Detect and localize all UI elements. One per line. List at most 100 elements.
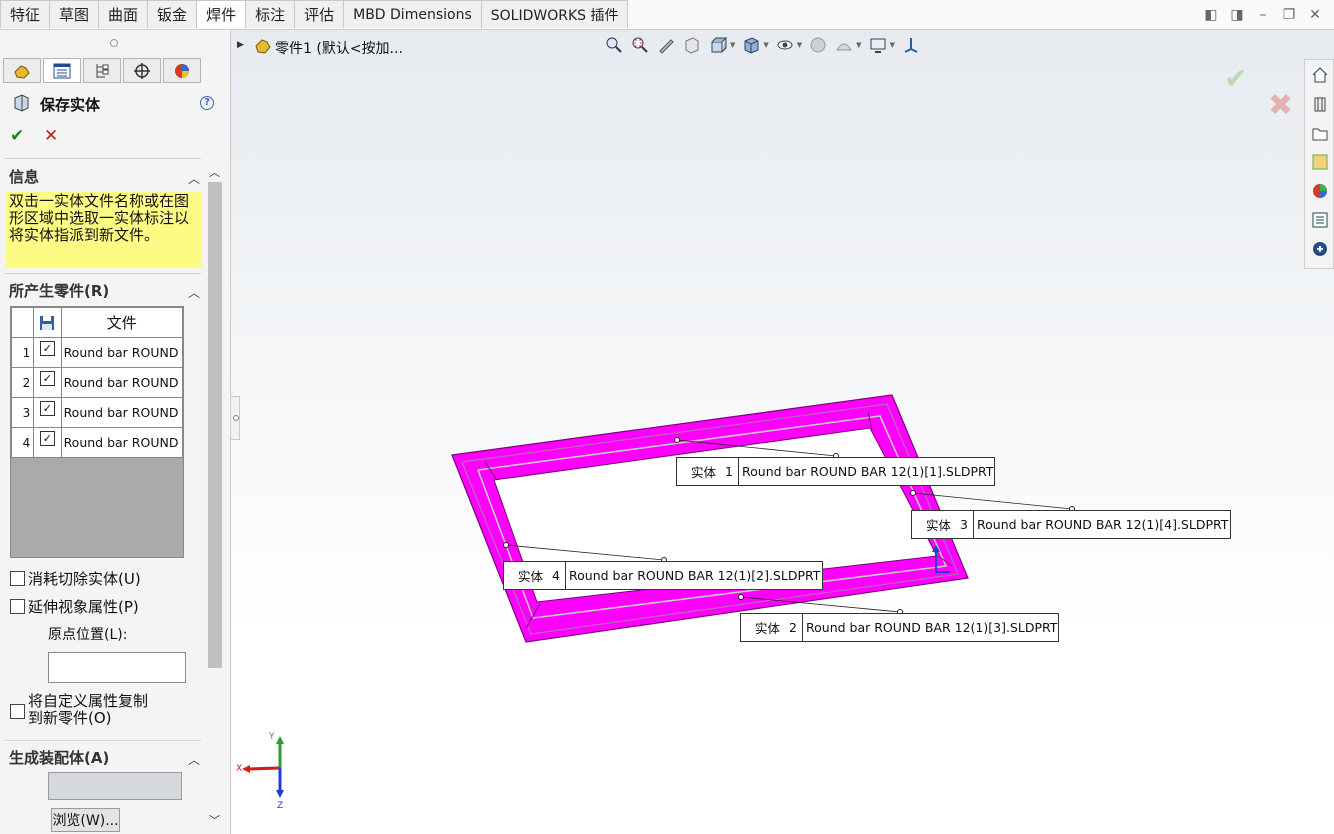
section-view-icon[interactable] <box>682 36 702 54</box>
tab-sketch[interactable]: 草图 <box>49 0 100 28</box>
body-callout-filename: Round bar ROUND BAR 12(1)[3].SLDPRT <box>806 620 1058 635</box>
edit-appearance-icon[interactable] <box>808 36 828 54</box>
appearances-icon[interactable] <box>1309 180 1331 202</box>
crosshair-icon <box>134 62 150 79</box>
scrollbar-thumb[interactable] <box>208 182 222 668</box>
triad-x-label: X <box>236 764 242 774</box>
collapse-info-icon[interactable]: ︿ <box>188 170 200 187</box>
confirm-cancel-icon[interactable]: ✖ <box>1268 88 1293 123</box>
help-icon[interactable]: ? <box>200 96 214 110</box>
collapse-assembly-icon[interactable]: ︿ <box>188 751 200 768</box>
dropdown-arrow-icon[interactable]: ▼ <box>763 41 768 49</box>
tab-configurationmanager[interactable] <box>83 58 121 83</box>
view-orientation-icon[interactable] <box>708 36 728 54</box>
copy-custom-properties-label: 将自定义属性复制 到新零件(O) <box>28 693 148 727</box>
triad-view-icon[interactable] <box>901 36 921 54</box>
tab-solidworks-addins[interactable]: SOLIDWORKS 插件 <box>480 0 629 28</box>
zoom-to-area-icon[interactable] <box>630 36 650 54</box>
ok-icon[interactable]: ✔ <box>10 126 24 146</box>
save-checkbox[interactable]: ✓ <box>33 367 62 398</box>
resulting-parts-table: 文件 1 ✓ Round bar ROUND 2 ✓ Round bar ROU… <box>10 306 184 558</box>
tab-featuremanager[interactable] <box>3 58 41 83</box>
command-manager: 特征 草图 曲面 钣金 焊件 标注 评估 MBD Dimensions SOLI… <box>0 0 1334 30</box>
divider <box>5 273 201 274</box>
section-generated-parts-heading[interactable]: 所产生零件(R) <box>9 280 109 301</box>
custom-properties-icon[interactable] <box>1309 209 1331 231</box>
browse-button[interactable]: 浏览(W)... <box>51 808 120 832</box>
table-row[interactable]: 1 ✓ Round bar ROUND <box>10 337 184 368</box>
consume-cut-checkbox[interactable] <box>10 571 25 586</box>
file-explorer-icon[interactable] <box>1309 122 1331 144</box>
dropdown-arrow-icon[interactable]: ▼ <box>730 41 735 49</box>
save-checkbox[interactable]: ✓ <box>33 427 62 458</box>
design-library-icon[interactable] <box>1309 93 1331 115</box>
dropdown-arrow-icon[interactable]: ▼ <box>890 41 895 49</box>
file-name-cell[interactable]: Round bar ROUND <box>60 427 184 458</box>
section-create-assembly-heading[interactable]: 生成装配体(A) <box>9 747 109 768</box>
graphics-area[interactable] <box>231 30 1334 834</box>
view-palette-icon[interactable] <box>1309 151 1331 173</box>
section-info-heading[interactable]: 信息 <box>9 166 39 187</box>
propagate-visual-checkbox[interactable] <box>10 599 25 614</box>
solidworks-resources-icon[interactable] <box>1309 64 1331 86</box>
property-list-icon <box>53 63 71 78</box>
cancel-icon[interactable]: ✕ <box>44 126 58 146</box>
copy-custom-properties-checkbox[interactable] <box>10 704 25 719</box>
view-settings-icon[interactable] <box>868 36 888 54</box>
tab-annotation[interactable]: 标注 <box>245 0 296 28</box>
table-row[interactable]: 2 ✓ Round bar ROUND <box>10 367 184 398</box>
save-checkbox[interactable]: ✓ <box>33 397 62 428</box>
file-column-header: 文件 <box>60 307 184 338</box>
tab-sheet-metal[interactable]: 钣金 <box>147 0 198 28</box>
collapse-parts-icon[interactable]: ︿ <box>188 284 200 301</box>
save-checkbox[interactable]: ✓ <box>33 337 62 368</box>
file-name-cell[interactable]: Round bar ROUND <box>60 337 184 368</box>
reference-triad: X Y Z <box>236 732 284 810</box>
origin-location-field[interactable] <box>48 652 186 683</box>
table-row[interactable]: 3 ✓ Round bar ROUND <box>10 397 184 428</box>
panel-scrollbar[interactable]: ︿ ﹀ <box>205 160 225 830</box>
previous-view-icon[interactable] <box>656 36 676 54</box>
forum-icon[interactable] <box>1309 238 1331 260</box>
manager-tabs <box>3 58 203 83</box>
panel-right-icon[interactable]: ◨ <box>1228 6 1246 24</box>
tab-surfaces[interactable]: 曲面 <box>98 0 149 28</box>
display-style-icon[interactable] <box>741 36 761 54</box>
tab-weldments[interactable]: 焊件 <box>196 0 247 28</box>
tab-evaluate[interactable]: 评估 <box>294 0 345 28</box>
panel-splitter[interactable] <box>230 396 240 440</box>
zoom-to-fit-icon[interactable] <box>604 36 624 54</box>
minimize-icon[interactable]: – <box>1254 6 1272 24</box>
body-callout[interactable]: 实体 3 Round bar ROUND BAR 12(1)[4].SLDPRT <box>911 510 1231 539</box>
apply-scene-icon[interactable] <box>834 36 854 54</box>
file-name-cell[interactable]: Round bar ROUND <box>60 367 184 398</box>
hide-show-items-icon[interactable] <box>775 36 795 54</box>
file-name-cell[interactable]: Round bar ROUND <box>60 397 184 428</box>
tab-displaymanager[interactable] <box>163 58 201 83</box>
restore-icon[interactable]: ❐ <box>1280 6 1298 24</box>
scroll-down-icon[interactable]: ﹀ <box>209 812 220 828</box>
close-icon[interactable]: ✕ <box>1306 6 1324 24</box>
tab-mbd-dimensions[interactable]: MBD Dimensions <box>343 0 482 28</box>
appearance-ball-icon <box>175 63 189 78</box>
dropdown-arrow-icon[interactable]: ▼ <box>856 41 861 49</box>
tab-features[interactable]: 特征 <box>0 0 51 28</box>
triad-z-label: Z <box>277 801 283 810</box>
tab-propertymanager[interactable] <box>43 58 81 83</box>
expand-arrow-icon[interactable]: ▶ <box>237 40 244 50</box>
tab-dimxpertmanager[interactable] <box>123 58 161 83</box>
page-title: 保存实体 <box>40 96 101 114</box>
scroll-up-icon[interactable]: ︿ <box>209 164 220 180</box>
table-row[interactable]: 4 ✓ Round bar ROUND <box>10 427 184 458</box>
dropdown-arrow-icon[interactable]: ▼ <box>797 41 802 49</box>
save-column-header[interactable] <box>33 307 62 338</box>
panel-grip-icon[interactable] <box>110 39 118 47</box>
body-callout[interactable]: 实体 4 Round bar ROUND BAR 12(1)[2].SLDPRT <box>503 561 823 590</box>
part-icon <box>255 39 271 54</box>
copy-custom-line2: 到新零件(O) <box>28 709 112 727</box>
body-callout[interactable]: 实体 1 Round bar ROUND BAR 12(1)[1].SLDPRT <box>676 457 995 486</box>
task-pane-tabs <box>1304 59 1334 269</box>
panel-left-icon[interactable]: ◧ <box>1202 6 1220 24</box>
body-callout[interactable]: 实体 2 Round bar ROUND BAR 12(1)[3].SLDPRT <box>740 613 1059 642</box>
confirm-ok-icon[interactable]: ✔ <box>1224 62 1247 95</box>
